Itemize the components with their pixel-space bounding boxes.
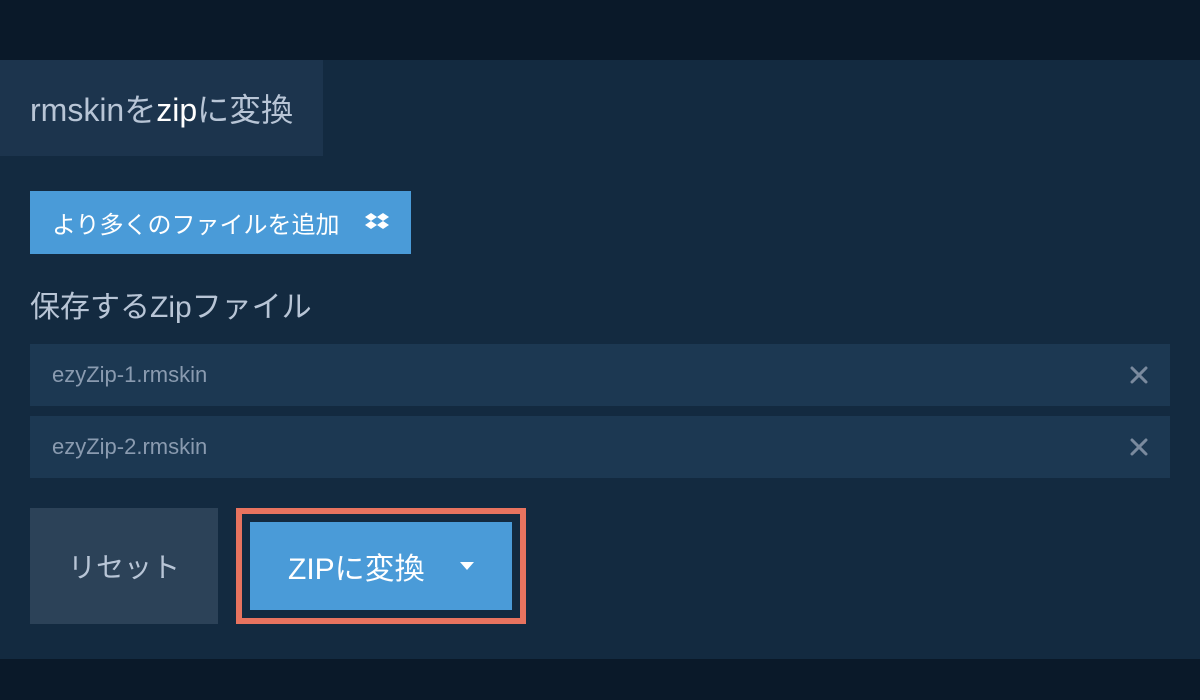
tab-text-suffix: に変換: [197, 92, 293, 128]
button-row: リセット ZIPに変換: [30, 508, 1170, 624]
file-name: ezyZip-2.rmskin: [52, 434, 207, 460]
add-files-label: より多くのファイルを追加: [52, 205, 340, 240]
remove-file-icon[interactable]: [1130, 438, 1148, 456]
top-bar: [0, 0, 1200, 60]
tab-text-prefix: rmskin: [30, 92, 124, 128]
reset-button[interactable]: リセット: [30, 508, 218, 624]
chevron-down-icon: [460, 562, 474, 570]
add-more-files-button[interactable]: より多くのファイルを追加: [30, 191, 411, 254]
remove-file-icon[interactable]: [1130, 366, 1148, 384]
tab-convert-rmskin-zip[interactable]: rmskinをzipに変換: [0, 60, 323, 156]
file-item: ezyZip-1.rmskin: [30, 344, 1170, 406]
bottom-bar: [0, 659, 1200, 679]
file-name: ezyZip-1.rmskin: [52, 362, 207, 388]
file-list: ezyZip-1.rmskin ezyZip-2.rmskin: [30, 344, 1170, 478]
convert-button-highlight: ZIPに変換: [236, 508, 526, 624]
section-title: 保存するZipファイル: [30, 282, 1170, 326]
convert-to-zip-button[interactable]: ZIPに変換: [250, 522, 512, 610]
file-item: ezyZip-2.rmskin: [30, 416, 1170, 478]
dropbox-icon: [365, 211, 389, 235]
tab-bar: rmskinをzipに変換: [0, 60, 1200, 156]
convert-label: ZIPに変換: [288, 544, 425, 588]
tab-text-highlight: zip: [156, 92, 197, 128]
tab-text-middle: を: [124, 92, 156, 128]
main-content: より多くのファイルを追加 保存するZipファイル ezyZip-1.rmskin…: [0, 156, 1200, 659]
